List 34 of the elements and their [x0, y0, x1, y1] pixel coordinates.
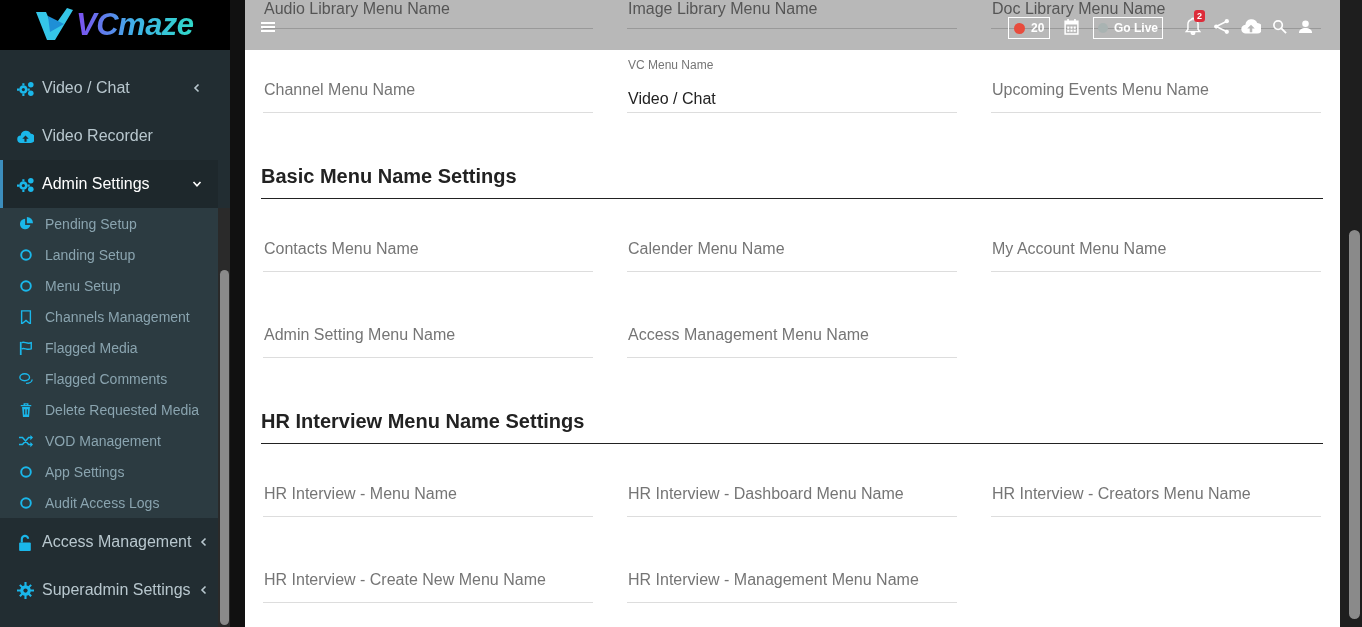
text-field[interactable]: Upcoming Events Menu Name — [991, 75, 1321, 113]
sidebar-item[interactable]: Video / Chat — [0, 64, 218, 112]
text-field[interactable]: Access Management Menu Name — [627, 320, 957, 358]
sidebar-item[interactable]: Superadmin Settings — [0, 566, 218, 614]
submenu-item[interactable]: Landing Setup — [0, 239, 218, 270]
text-field[interactable]: HR Interview - Dashboard Menu Name — [627, 479, 957, 517]
submenu-item[interactable]: Channels Management — [0, 301, 218, 332]
submenu-item[interactable]: Pending Setup — [0, 208, 218, 239]
text-field[interactable]: HR Interview - Create New Menu Name — [263, 565, 593, 603]
text-field[interactable]: Audio Library Menu Name — [263, 0, 593, 18]
sidebar-item[interactable]: Admin Settings — [0, 160, 218, 208]
submenu-item[interactable]: Delete Requested Media — [0, 394, 218, 425]
text-field[interactable]: Admin Setting Menu Name — [263, 320, 593, 358]
submenu-item[interactable]: VOD Management — [0, 425, 218, 456]
text-field[interactable]: HR Interview - Creators Menu Name — [991, 479, 1321, 517]
submenu-item[interactable]: Audit Access Logs — [0, 487, 218, 518]
section-heading: HR Interview Menu Name Settings — [261, 408, 1323, 444]
section-heading: Basic Menu Name Settings — [261, 163, 1323, 199]
text-field[interactable]: Channel Menu Name — [263, 75, 593, 113]
text-field[interactable]: Image Library Menu Name — [627, 0, 957, 18]
text-field[interactable]: Calender Menu Name — [627, 234, 957, 272]
submenu-item[interactable]: Flagged Comments — [0, 363, 218, 394]
submenu-item[interactable]: App Settings — [0, 456, 218, 487]
text-field[interactable]: HR Interview - Management Menu Name — [627, 565, 957, 603]
submenu-item[interactable]: Menu Setup — [0, 270, 218, 301]
text-field[interactable]: HR Interview - Menu Name — [263, 479, 593, 517]
text-field[interactable]: Contacts Menu Name — [263, 234, 593, 272]
text-field[interactable]: My Account Menu Name — [991, 234, 1321, 272]
sidebar-item[interactable]: Access Management — [0, 518, 218, 566]
submenu-item[interactable]: Flagged Media — [0, 332, 218, 363]
notification-badge: 2 — [1194, 10, 1205, 22]
sidebar-item[interactable]: Video Recorder — [0, 112, 218, 160]
text-field[interactable]: Video / Chat — [627, 75, 957, 113]
field-label: VC Menu Name — [627, 58, 715, 72]
